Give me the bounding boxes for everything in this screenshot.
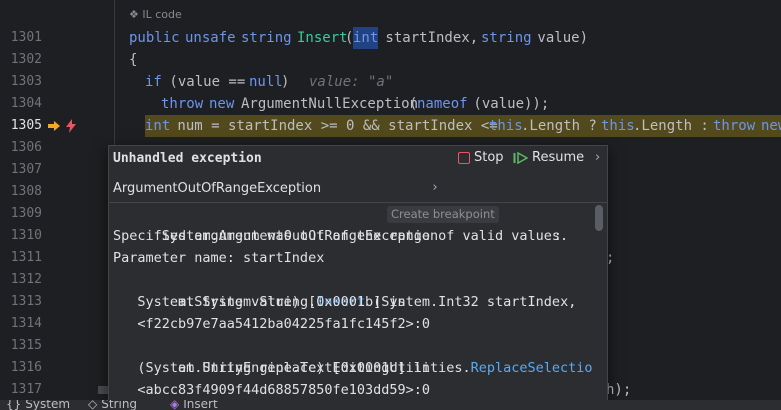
- keyword: public: [129, 30, 180, 46]
- keyword: throw: [161, 96, 204, 112]
- breadcrumb-label: System: [25, 400, 71, 410]
- stack-line: (System.String replace) [0x0001c] in: [113, 360, 430, 376]
- line-number: 1315: [10, 338, 42, 353]
- more-actions-chevron-icon[interactable]: ›: [595, 150, 600, 165]
- popup-title: Unhandled exception: [113, 151, 262, 166]
- unhandled-exception-popup: Unhandled exception Stop Resume › Argume…: [108, 145, 608, 401]
- stack-line: System.String value) [0x0001b] in: [113, 294, 406, 310]
- stack-line: at System.String.Insert (System.Int32 st…: [113, 269, 576, 310]
- breadcrumb-item-class[interactable]: ◇ String: [88, 400, 137, 410]
- keyword: new: [761, 118, 781, 134]
- type-name: ArgumentNullException: [241, 96, 419, 112]
- code-line-1304[interactable]: throw new ArgumentNullException ( nameof…: [95, 93, 781, 115]
- stack-line: <abcc83f4909f44d68857850fe103dd59>:0: [113, 382, 430, 398]
- keyword: null: [249, 74, 283, 90]
- stack-line: <f22cb97e7aa5412ba04225fa1fc145f2>:0: [113, 316, 430, 332]
- breadcrumb-label: String: [101, 400, 138, 410]
- namespace-icon: {}: [6, 400, 22, 410]
- horizontal-scrollbar-thumb[interactable]: [98, 386, 108, 394]
- resume-label: Resume: [532, 150, 585, 165]
- code-text: ): [281, 74, 290, 90]
- method-name: Insert: [297, 30, 348, 46]
- il-code-label: IL code: [142, 8, 182, 21]
- keyword: int: [145, 118, 171, 134]
- line-number-gutter: 1301 1302 1303 1304 1305 1306 1307 1308 …: [0, 0, 95, 400]
- line-number: 1304: [10, 96, 42, 111]
- current-execution-line[interactable]: int num = startIndex >= 0 && startIndex …: [145, 115, 781, 137]
- code-text: .Length ?: [521, 118, 606, 134]
- code-line-1303[interactable]: if (value == null ) value: "a": [95, 71, 781, 93]
- code-line-1302[interactable]: {: [95, 49, 781, 71]
- line-number: 1302: [10, 52, 42, 67]
- keyword: string: [241, 30, 292, 46]
- line-number: 1317: [10, 382, 42, 397]
- class-icon: ◇: [88, 400, 98, 410]
- line-number: 1314: [10, 316, 42, 331]
- execution-pointer-arrow-icon[interactable]: [47, 120, 61, 132]
- exception-details[interactable]: System.ArgumentOutOfRangeException Creat…: [109, 203, 593, 400]
- code-text: {: [129, 52, 138, 68]
- line-number: 1309: [10, 206, 42, 221]
- keyword: new: [209, 96, 235, 112]
- keyword: throw: [713, 118, 756, 134]
- resume-icon: [513, 151, 528, 164]
- exception-type: ArgumentOutOfRangeException: [113, 181, 322, 196]
- execution-markers: [47, 115, 77, 137]
- popup-scrollbar-thumb[interactable]: [595, 205, 603, 231]
- resume-button[interactable]: Resume: [513, 150, 584, 165]
- line-number: 1301: [10, 30, 42, 45]
- code-text: (value));: [465, 96, 550, 112]
- il-code-icon: ❖: [129, 8, 139, 21]
- keyword: unsafe: [185, 30, 236, 46]
- code-text: num = startIndex >= 0 && startIndex <=: [169, 118, 507, 134]
- breadcrumb-item-method[interactable]: ◈ Insert: [170, 400, 218, 410]
- line-number: 1303: [10, 74, 42, 89]
- code-line-1301[interactable]: public unsafe string Insert ( int startI…: [95, 27, 781, 49]
- keyword: if: [145, 74, 162, 90]
- line-number: 1316: [10, 360, 42, 375]
- line-number: 1307: [10, 162, 42, 177]
- breadcrumb-item-namespace[interactable]: {} System: [6, 400, 70, 410]
- code-text: (value ==: [161, 74, 254, 90]
- create-breakpoint-button[interactable]: Create breakpoint: [387, 206, 499, 223]
- exception-bolt-icon[interactable]: [65, 119, 77, 133]
- inline-value-hint: value: "a": [309, 74, 394, 90]
- keyword: string: [481, 30, 532, 46]
- stop-icon: [458, 151, 470, 164]
- keyword: nameof: [417, 96, 468, 112]
- code-text: startIndex,: [377, 30, 487, 46]
- code-text: .Length :: [633, 118, 718, 134]
- line-number: 1306: [10, 140, 42, 155]
- stack-line: Parameter name: startIndex: [113, 250, 325, 266]
- keyword: this: [601, 118, 635, 134]
- line-number: 1312: [10, 272, 42, 287]
- stack-line: at UnityEngine.TextEditingUtilities.Repl…: [113, 335, 593, 376]
- il-code-hint[interactable]: ❖ IL code: [129, 8, 182, 21]
- stack-line: :: [505, 203, 562, 244]
- stop-button[interactable]: Stop: [458, 150, 504, 165]
- breadcrumb: {} System ◇ String ◈ Insert: [0, 400, 781, 410]
- breadcrumb-label: Insert: [183, 400, 218, 410]
- code-text: value): [529, 30, 589, 46]
- current-line-number: 1305: [10, 118, 42, 133]
- stack-method-link[interactable]: ReplaceSelection: [471, 360, 593, 376]
- code-text: h);: [606, 382, 632, 398]
- method-icon: ◈: [170, 400, 180, 410]
- line-number: 1311: [10, 250, 42, 265]
- selected-keyword: int: [353, 27, 379, 49]
- line-number: 1313: [10, 294, 42, 309]
- expand-chevron-icon[interactable]: ›: [431, 180, 439, 195]
- stack-line: Specified argument was out of the range …: [113, 228, 569, 244]
- keyword: this: [489, 118, 523, 134]
- line-number: 1308: [10, 184, 42, 199]
- line-number: 1310: [10, 228, 42, 243]
- stop-label: Stop: [474, 150, 504, 165]
